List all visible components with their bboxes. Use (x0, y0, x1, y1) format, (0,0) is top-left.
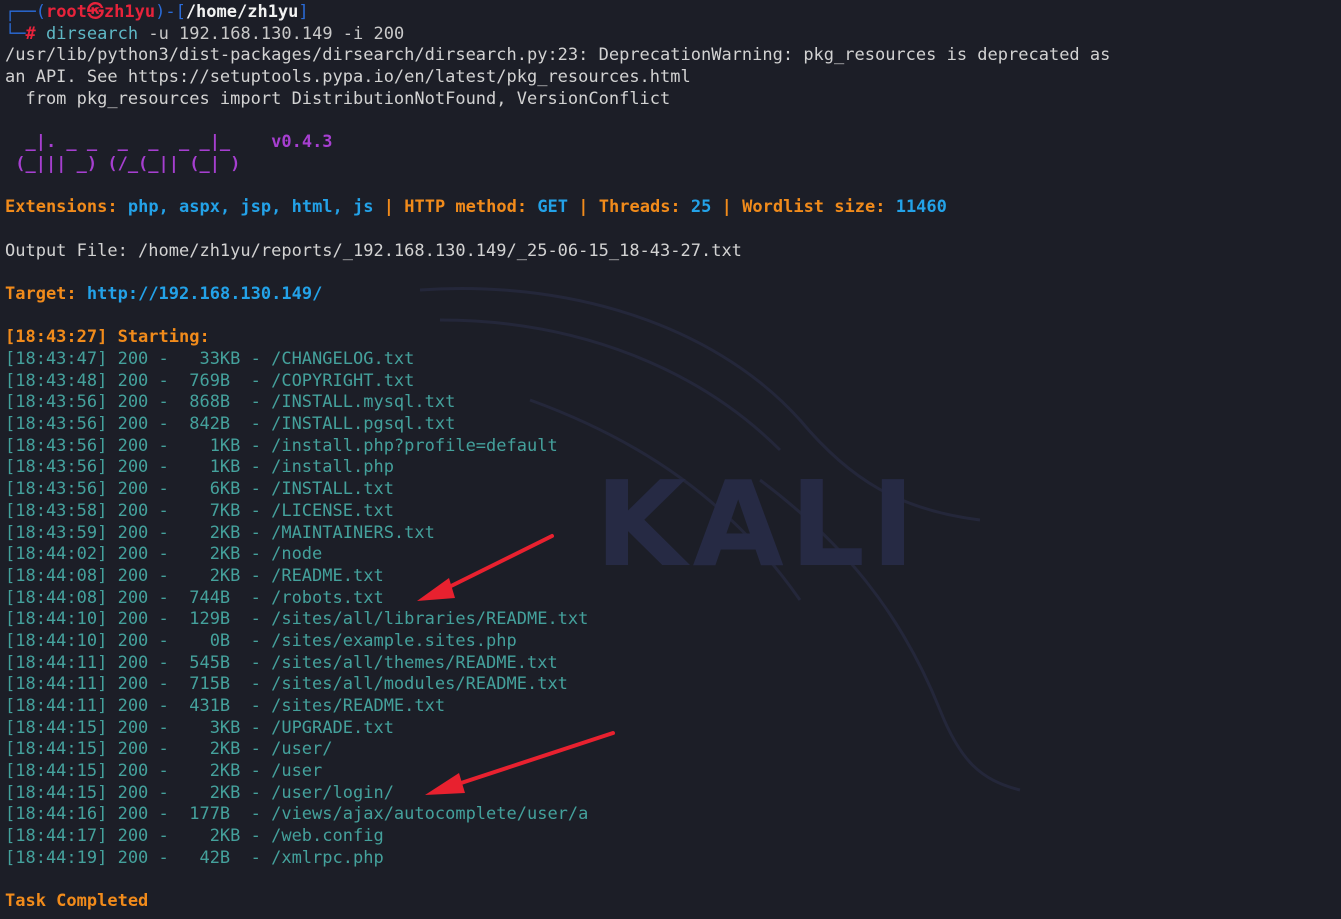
target-label: Target: (5, 283, 77, 304)
prompt-user: root (45, 2, 87, 22)
warning-line-2: an API. See https://setuptools.pypa.io/e… (5, 67, 691, 88)
prompt-line-2[interactable]: └─# dirsearch -u 192.168.130.149 -i 200 (5, 24, 1341, 46)
command-name: dirsearch (45, 23, 139, 44)
result-row: [18:44:10] 200 - 129B - /sites/all/libra… (5, 609, 589, 630)
result-row: [18:43:48] 200 - 769B - /COPYRIGHT.txt (5, 370, 415, 391)
result-row: [18:44:11] 200 - 715B - /sites/all/modul… (5, 674, 568, 695)
result-row: [18:44:08] 200 - 2KB - /README.txt (5, 565, 384, 586)
result-row: [18:43:56] 200 - 842B - /INSTALL.pgsql.t… (5, 414, 456, 435)
result-row: [18:44:02] 200 - 2KB - /node (5, 544, 323, 565)
method-value: GET (537, 197, 569, 218)
prompt-host: zh1yu (103, 2, 156, 22)
target-line: Target: http://192.168.130.149/ (5, 284, 1341, 306)
separator: | (721, 197, 732, 218)
banner-art-2: (_||| _) (/_(_|| (_| ) (5, 153, 241, 174)
result-row: [18:44:11] 200 - 431B - /sites/README.tx… (5, 696, 446, 716)
warning-line-3: from pkg_resources import DistributionNo… (5, 88, 671, 109)
banner-version: v0.4.3 (271, 132, 333, 153)
result-row: [18:43:56] 200 - 1KB - /install.php (5, 457, 394, 478)
warning-line-1: /usr/lib/python3/dist-packages/dirsearch… (5, 45, 1111, 66)
result-row: [18:44:11] 200 - 545B - /sites/all/theme… (5, 652, 558, 673)
dirsearch-banner-line-1: _|. _ _ _ _ _ _|_ v0.4.3 (5, 132, 1341, 154)
result-row: [18:44:10] 200 - 0B - /sites/example.sit… (5, 630, 517, 651)
banner-art-1: _|. _ _ _ _ _ _|_ (5, 132, 231, 153)
prompt-path: /home/zh1yu (185, 2, 299, 22)
result-row: [18:43:56] 200 - 1KB - /install.php?prof… (5, 435, 558, 456)
starting-line: [18:43:27] Starting: (5, 327, 210, 348)
threads-label: Threads: (598, 197, 681, 218)
result-row: [18:43:59] 200 - 2KB - /MAINTAINERS.txt (5, 522, 435, 543)
result-row: [18:44:17] 200 - 2KB - /web.config (5, 826, 384, 847)
results-list: [18:43:47] 200 - 33KB - /CHANGELOG.txt [… (5, 349, 1341, 870)
result-row: [18:44:15] 200 - 3KB - /UPGRADE.txt (5, 717, 394, 738)
separator: | (383, 197, 394, 218)
extensions-label: Extensions: (5, 197, 118, 218)
output-file-line: Output File: /home/zh1yu/reports/_192.16… (5, 240, 742, 261)
dirsearch-banner-line-2: (_||| _) (/_(_|| (_| ) (5, 154, 1341, 176)
result-row-robots: [18:44:08] 200 - 744B - /robots.txt (5, 587, 384, 608)
task-completed-line: Task Completed (5, 891, 149, 912)
result-row: [18:43:56] 200 - 6KB - /INSTALL.txt (5, 479, 394, 500)
result-row: [18:44:16] 200 - 177B - /views/ajax/auto… (5, 804, 589, 825)
result-row: [18:44:15] 200 - 2KB - /user (5, 761, 323, 782)
result-row-user-login: [18:44:15] 200 - 2KB - /user/login/ (5, 782, 394, 803)
wordlist-label: Wordlist size: (742, 197, 886, 218)
result-row: [18:44:19] 200 - 42B - /xmlrpc.php (5, 847, 384, 868)
result-row: [18:43:47] 200 - 33KB - /CHANGELOG.txt (5, 349, 415, 369)
target-url: http://192.168.130.149/ (86, 283, 323, 304)
terminal-window[interactable]: KALI ┌──(root㉿zh1yu)-[/home/zh1yu] └─# d… (0, 0, 1341, 919)
prompt-line-1: ┌──(root㉿zh1yu)-[/home/zh1yu] (5, 2, 309, 22)
threads-value: 25 (690, 197, 712, 218)
separator: | (578, 197, 589, 218)
extensions-value: php, aspx, jsp, html, js (127, 197, 374, 218)
wordlist-value: 11460 (895, 197, 947, 218)
config-line: Extensions: php, aspx, jsp, html, js | H… (5, 197, 1341, 219)
method-label: HTTP method: (404, 197, 528, 218)
result-row: [18:43:58] 200 - 7KB - /LICENSE.txt (5, 500, 394, 521)
result-row: [18:44:15] 200 - 2KB - /user/ (5, 739, 333, 760)
command-args: -u 192.168.130.149 -i 200 (138, 23, 405, 44)
result-row: [18:43:56] 200 - 868B - /INSTALL.mysql.t… (5, 392, 456, 413)
prompt-skull: ㉿ (86, 2, 104, 22)
